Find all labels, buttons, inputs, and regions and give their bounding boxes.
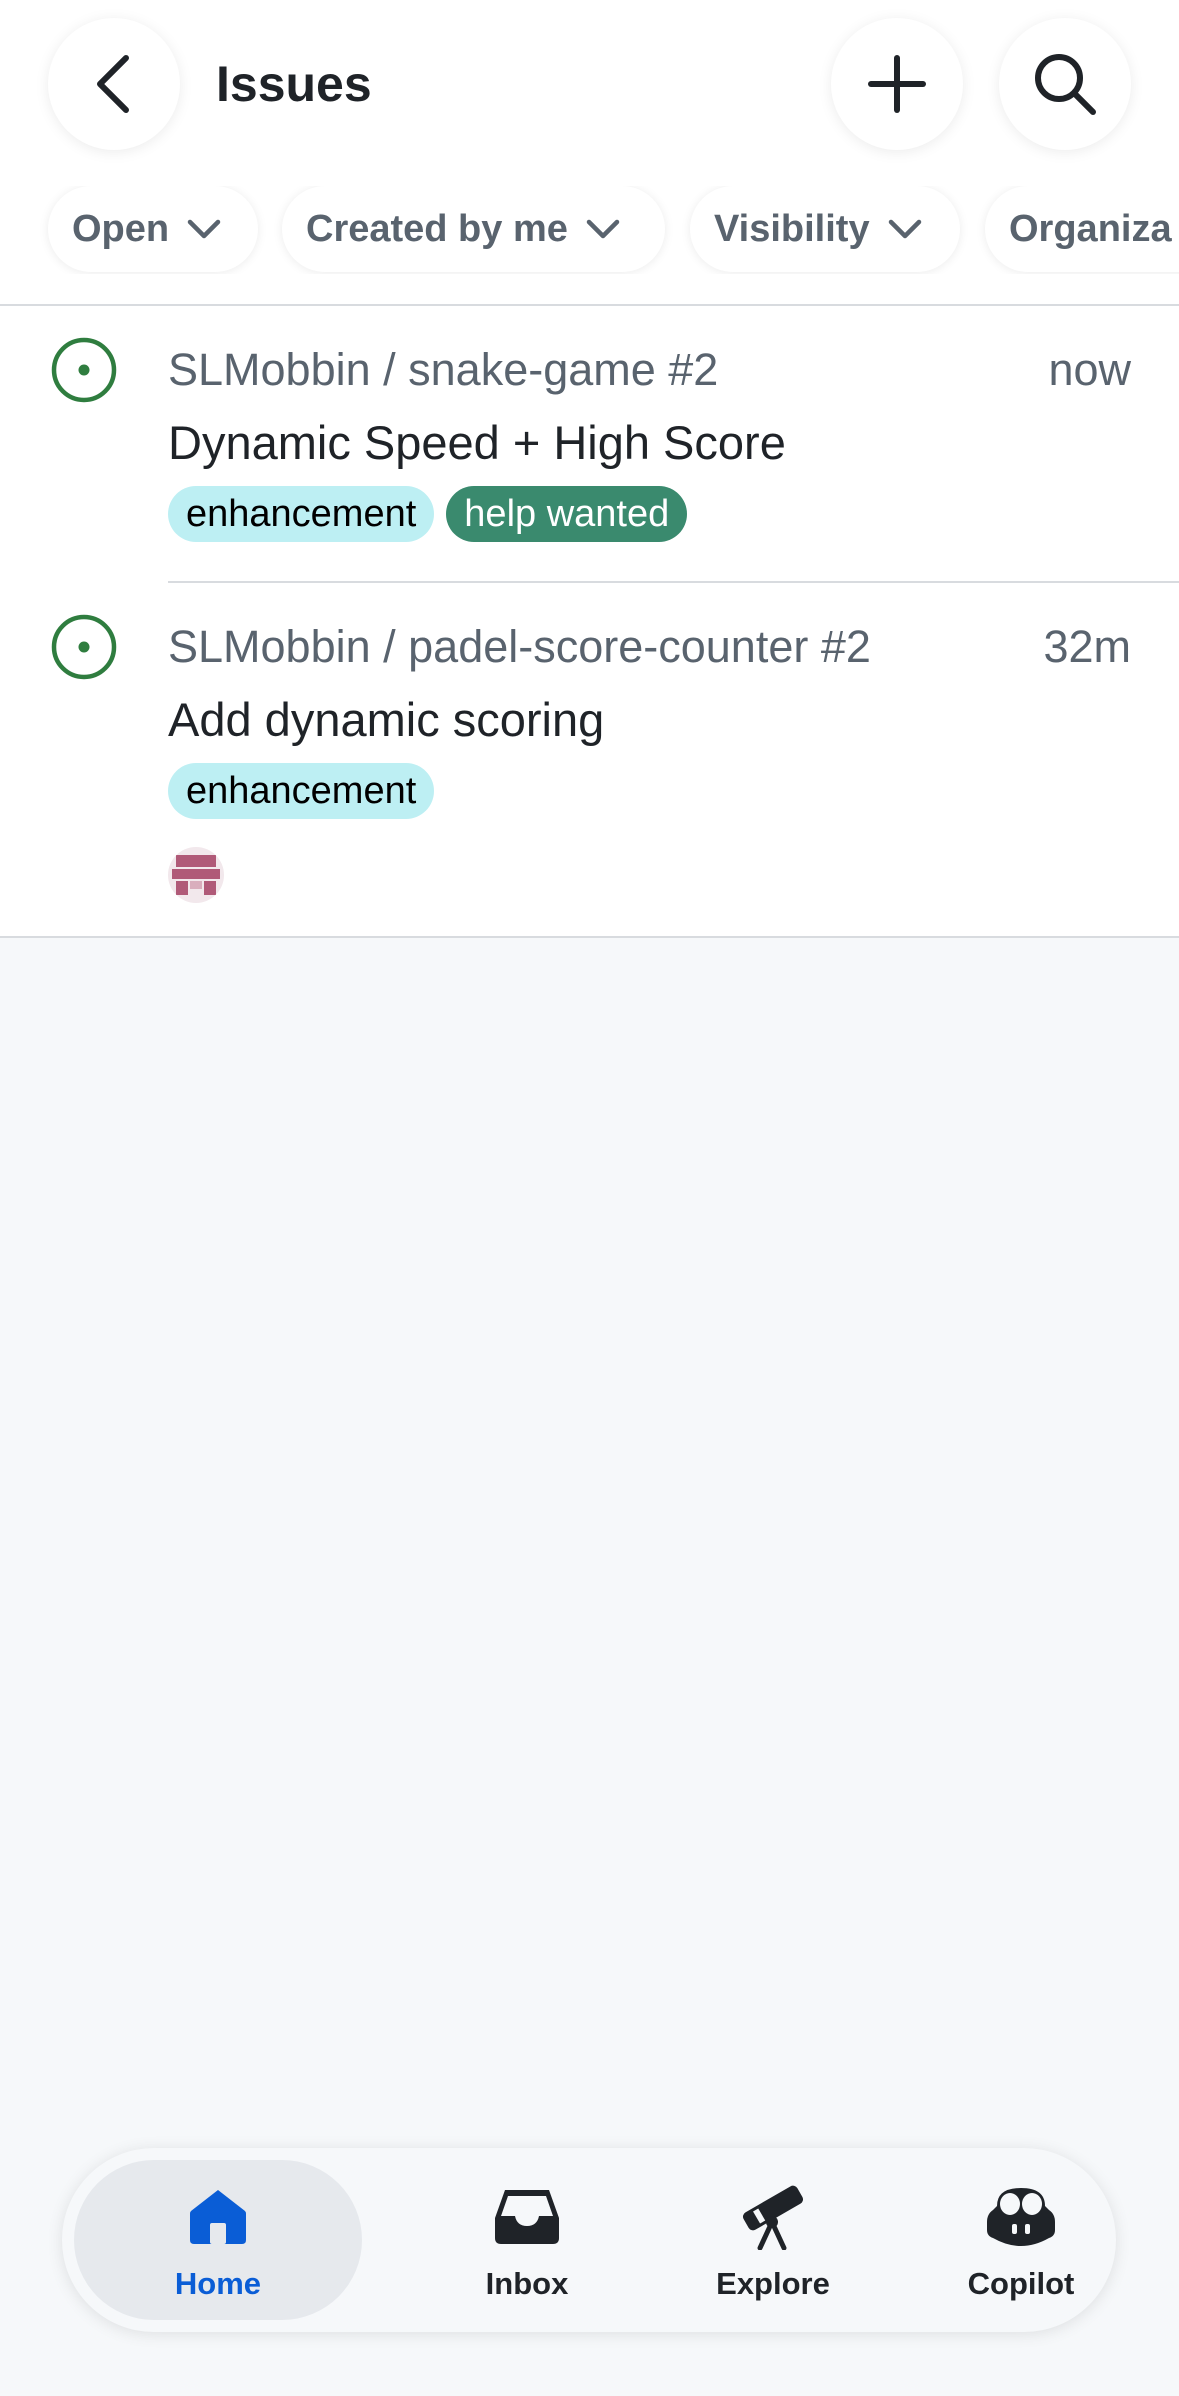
search-button[interactable]	[999, 18, 1131, 150]
bottom-tab-bar: Home Inbox Explore Copilot	[62, 2148, 1116, 2332]
issue-repo: SLMobbin / padel-score-counter #2	[168, 621, 871, 672]
issue-labels: enhancement	[168, 763, 435, 819]
label-enhancement: enhancement	[168, 486, 435, 542]
filter-label: Created by me	[306, 207, 568, 250]
issue-row[interactable]: SLMobbin / padel-score-counter #2 32m Ad…	[0, 583, 1179, 936]
issue-row[interactable]: SLMobbin / snake-game #2 now Dynamic Spe…	[0, 306, 1179, 583]
filter-label: Open	[72, 207, 170, 250]
header: Issues Open Created by me Visibility Org…	[0, 0, 1179, 306]
issue-open-icon	[51, 614, 117, 680]
copilot-icon	[987, 2188, 1055, 2246]
issue-title: Add dynamic scoring	[168, 693, 605, 746]
plus-icon	[868, 55, 926, 113]
chevron-down-icon	[888, 219, 922, 239]
inbox-icon	[495, 2190, 559, 2244]
filter-bar: Open Created by me Visibility Organiza	[0, 186, 1179, 274]
issue-open-icon	[51, 337, 117, 403]
tab-copilot[interactable]: Copilot	[886, 2160, 1156, 2320]
label-help-wanted: help wanted	[446, 486, 688, 542]
issue-labels: enhancement help wanted	[168, 486, 688, 542]
new-issue-button[interactable]	[831, 18, 963, 150]
filter-visibility[interactable]: Visibility	[690, 186, 960, 272]
tab-label: Home	[174, 2266, 262, 2301]
issues-screen: Issues Open Created by me Visibility Org…	[0, 0, 1179, 2396]
issue-title: Dynamic Speed + High Score	[168, 416, 786, 469]
filter-label: Organiza	[1009, 207, 1172, 250]
tab-label: Inbox	[485, 2266, 569, 2301]
filter-open[interactable]: Open	[48, 186, 258, 272]
chevron-down-icon	[187, 219, 221, 239]
page-title: Issues	[216, 56, 372, 112]
issue-time: now	[1048, 344, 1131, 395]
filter-organization[interactable]: Organiza	[985, 186, 1179, 272]
chevron-left-icon	[97, 55, 129, 113]
tab-label: Explore	[716, 2266, 830, 2301]
home-icon	[190, 2190, 246, 2244]
tab-home[interactable]: Home	[74, 2160, 362, 2320]
search-icon	[1035, 54, 1096, 115]
issue-repo: SLMobbin / snake-game #2	[168, 344, 719, 395]
filter-label: Visibility	[714, 207, 870, 250]
filter-created-by-me[interactable]: Created by me	[282, 186, 665, 272]
assignee-avatar	[168, 847, 224, 903]
chevron-down-icon	[586, 219, 620, 239]
telescope-icon	[742, 2185, 804, 2250]
tab-explore[interactable]: Explore	[638, 2160, 908, 2320]
issue-list: SLMobbin / snake-game #2 now Dynamic Spe…	[0, 306, 1179, 938]
tab-label: Copilot	[967, 2266, 1075, 2301]
issue-time: 32m	[1043, 621, 1131, 672]
label-enhancement: enhancement	[168, 763, 435, 819]
back-button[interactable]	[48, 18, 180, 150]
tab-inbox[interactable]: Inbox	[392, 2160, 662, 2320]
